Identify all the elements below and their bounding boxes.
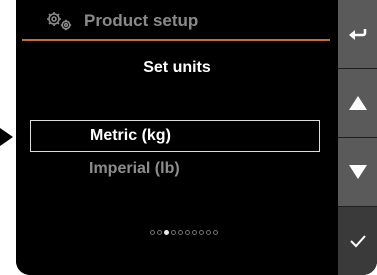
- screen: Product setup Set units Metric (kg) Impe…: [16, 0, 338, 275]
- page-dot-active: [164, 229, 169, 235]
- device: Product setup Set units Metric (kg) Impe…: [16, 0, 377, 275]
- back-button[interactable]: [338, 0, 377, 68]
- header-divider: [22, 39, 330, 41]
- selection-pointer-icon: [0, 128, 13, 146]
- down-button[interactable]: [338, 138, 377, 206]
- page-dot: [199, 229, 204, 235]
- page-dot: [157, 229, 162, 235]
- page-dot: [171, 229, 176, 235]
- page-indicator: [16, 226, 338, 238]
- option-label: Imperial (lb): [89, 160, 180, 177]
- page-dot: [150, 229, 155, 235]
- back-arrow-icon: [348, 29, 366, 40]
- page-dot: [206, 229, 211, 235]
- page-dot: [192, 229, 197, 235]
- option-label: Metric (kg): [90, 127, 171, 144]
- page-title: Product setup: [84, 11, 199, 30]
- page-dot: [178, 229, 183, 235]
- up-button[interactable]: [338, 69, 377, 137]
- down-triangle-icon: [348, 165, 367, 179]
- page-dot: [213, 229, 218, 235]
- check-icon: [349, 235, 366, 248]
- gears-icon: [47, 12, 72, 31]
- option-imperial[interactable]: Imperial (lb): [30, 154, 320, 186]
- option-metric[interactable]: Metric (kg): [30, 120, 320, 152]
- up-triangle-icon: [348, 96, 367, 110]
- page-dot: [185, 229, 190, 235]
- header: Product setup: [26, 6, 326, 36]
- confirm-button[interactable]: [338, 207, 377, 275]
- section-title: Set units: [143, 59, 211, 76]
- side-keys: [338, 0, 377, 275]
